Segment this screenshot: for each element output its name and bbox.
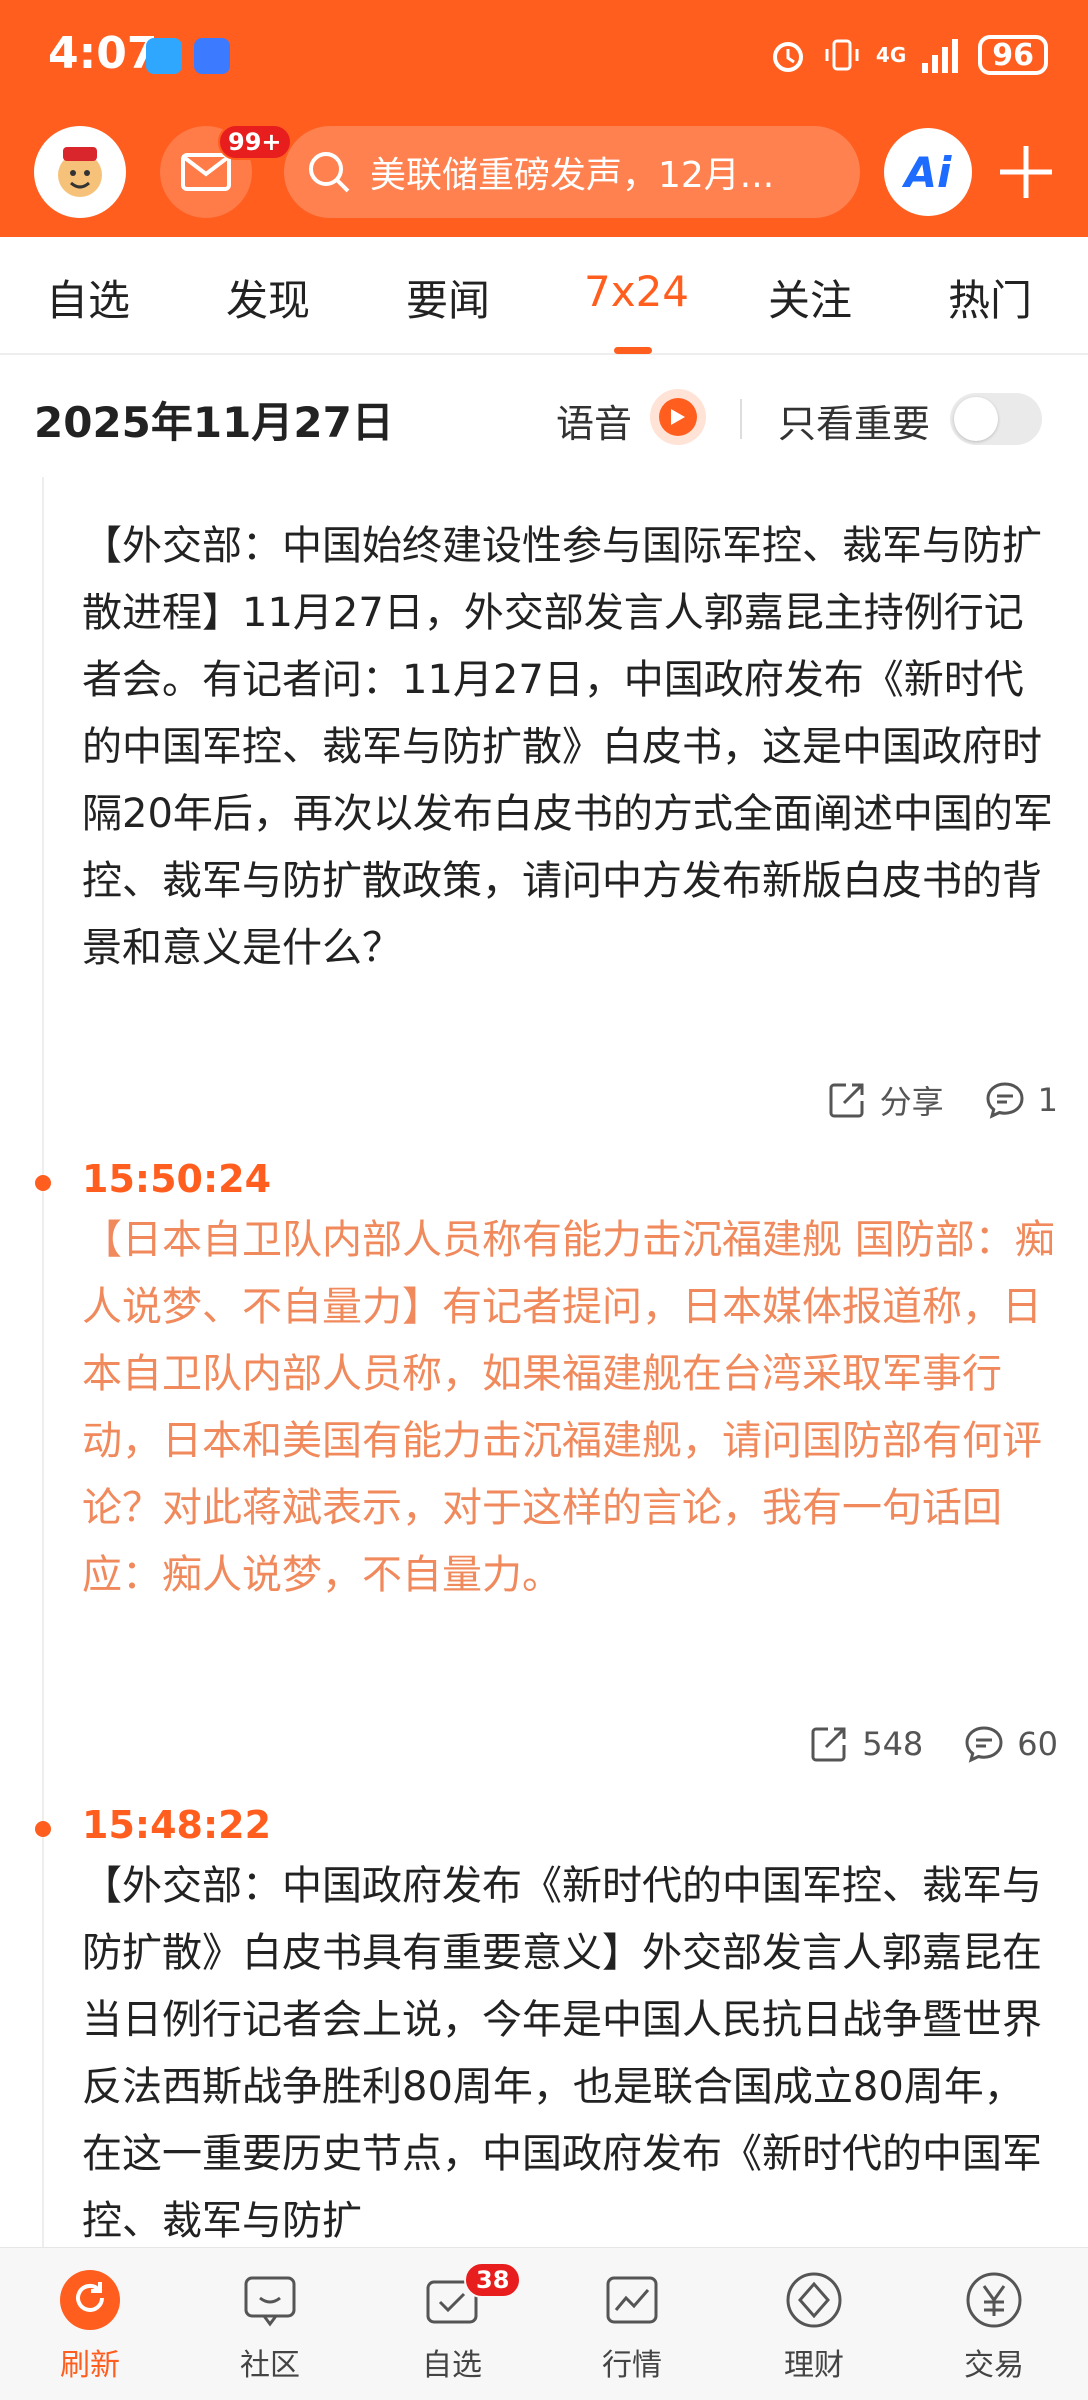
vibrate-icon	[825, 39, 859, 71]
important-only-label: 只看重要	[778, 402, 931, 446]
app-header: 4:07 4G 96 99+ 美联储重磅发声，12月... Ai	[0, 0, 1088, 237]
share-icon	[811, 1727, 846, 1762]
news-actions: 分享 1	[826, 1077, 1058, 1123]
timeline-dot	[35, 1175, 51, 1191]
nav-community[interactable]: 社区	[200, 2268, 340, 2384]
status-bar: 4:07 4G 96	[0, 0, 1088, 110]
alarm-icon	[772, 42, 803, 72]
comment-count: 1	[1037, 1081, 1058, 1119]
news-body: 【日本自卫队内部人员称有能力击沉福建舰 国防部：痴人说梦、不自量力】有记者提问，…	[82, 1217, 1055, 1598]
comment-count: 60	[1017, 1725, 1058, 1763]
status-right: 4G 96	[768, 30, 1048, 80]
tab-headlines[interactable]: 要闻	[406, 267, 490, 328]
important-only-toggle[interactable]	[950, 393, 1042, 445]
trade-icon	[966, 2272, 1022, 2328]
feed-date: 2025年11月27日	[34, 398, 394, 447]
news-body: 【外交部：中国始终建设性参与国际军控、裁军与防扩散进程】11月27日，外交部发言…	[82, 523, 1053, 971]
toggle-knob	[954, 397, 998, 441]
play-icon	[671, 409, 685, 425]
news-item[interactable]: 15:48:22 【外交部：中国政府发布《新时代的中国军控、裁军与防扩散》白皮书…	[0, 1803, 1088, 2247]
news-item-important[interactable]: 15:50:24 【日本自卫队内部人员称有能力击沉福建舰 国防部：痴人说梦、不自…	[0, 1157, 1088, 1802]
nav-label: 行情	[602, 2348, 662, 2383]
nav-wealth[interactable]: 理财	[744, 2268, 884, 2384]
share-label: 分享	[879, 1083, 944, 1121]
tab-trending[interactable]: 热门	[948, 267, 1032, 328]
search-icon	[309, 152, 350, 193]
tab-watchlist[interactable]: 自选	[46, 267, 130, 328]
watchlist-badge: 38	[464, 2262, 522, 2298]
active-tab-indicator	[614, 347, 652, 354]
nav-refresh[interactable]: 刷新	[20, 2268, 160, 2384]
nav-market[interactable]: 行情	[562, 2268, 702, 2384]
news-time: 15:48:22	[82, 1803, 272, 1847]
news-actions: 548 60	[808, 1723, 1058, 1765]
nav-label: 理财	[784, 2348, 844, 2383]
comment-button[interactable]: 1	[984, 1079, 1058, 1121]
search-bar[interactable]: 美联储重磅发声，12月...	[284, 126, 860, 218]
nav-label: 社区	[240, 2348, 300, 2383]
news-item[interactable]: 【外交部：中国始终建设性参与国际军控、裁军与防扩散进程】11月27日，外交部发言…	[0, 477, 1088, 1157]
status-time: 4:07	[48, 28, 158, 79]
category-tabs: 自选 发现 要闻 7x24 关注 热门	[0, 237, 1088, 355]
tab-following[interactable]: 关注	[768, 267, 852, 328]
nav-watchlist[interactable]: 自选 38	[382, 2262, 522, 2384]
network-type: 4G	[875, 43, 907, 67]
market-icon	[606, 2276, 658, 2324]
divider	[740, 399, 742, 439]
wealth-icon	[786, 2272, 842, 2328]
ai-button[interactable]: Ai	[884, 128, 972, 216]
nav-label: 交易	[964, 2348, 1024, 2383]
share-icon	[829, 1083, 864, 1118]
comment-button[interactable]: 60	[963, 1723, 1058, 1765]
share-button[interactable]: 548	[808, 1723, 923, 1765]
user-avatar[interactable]	[34, 126, 126, 218]
comment-icon	[986, 1082, 1024, 1119]
date-bar: 2025年11月27日 语音 只看重要	[0, 357, 1088, 477]
news-time: 15:50:24	[82, 1157, 272, 1201]
nav-trade[interactable]: 交易	[924, 2268, 1064, 2384]
mail-icon	[181, 153, 231, 191]
comment-icon	[965, 1726, 1003, 1763]
signal-icon	[922, 39, 959, 73]
bottom-nav: 刷新 社区 自选 38 行情 理财 交易	[0, 2247, 1088, 2400]
message-app-icon	[146, 38, 182, 74]
refresh-icon	[60, 2270, 120, 2330]
add-icon[interactable]	[996, 142, 1056, 202]
voice-play-button[interactable]	[650, 389, 706, 445]
mail-badge: 99+	[218, 124, 292, 160]
nav-label: 刷新	[60, 2348, 120, 2383]
notification-app-icon	[194, 38, 230, 74]
tab-discover[interactable]: 发现	[226, 267, 310, 328]
share-button[interactable]: 分享	[826, 1077, 944, 1123]
search-placeholder: 美联储重磅发声，12月...	[370, 155, 775, 196]
share-count: 548	[862, 1725, 924, 1763]
voice-label: 语音	[556, 402, 633, 446]
mascot-icon	[58, 147, 102, 197]
nav-label: 自选	[422, 2348, 482, 2383]
news-body: 【外交部：中国政府发布《新时代的中国军控、裁军与防扩散》白皮书具有重要意义】外交…	[82, 1863, 1042, 2244]
timeline-dot	[35, 1821, 51, 1837]
tab-7x24[interactable]: 7x24	[584, 267, 689, 316]
battery-indicator: 96	[978, 35, 1048, 75]
news-feed: 【外交部：中国始终建设性参与国际军控、裁军与防扩散进程】11月27日，外交部发言…	[0, 477, 1088, 2247]
community-icon	[244, 2276, 296, 2327]
